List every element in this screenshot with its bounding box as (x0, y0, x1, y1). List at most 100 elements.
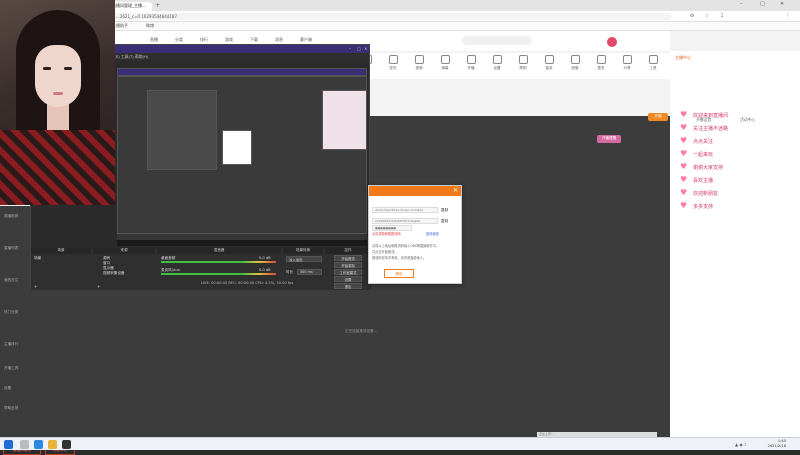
chat-message: 关注主播不迷路 (693, 126, 729, 132)
tool-icon (622, 55, 632, 64)
chat-message: 欢迎新朋友 (693, 191, 719, 197)
dialog-header (369, 186, 461, 196)
add-scene-icon[interactable]: + (34, 284, 37, 289)
audio-meter (161, 273, 276, 275)
maximize-icon[interactable]: □ (760, 1, 765, 7)
tool-label: 设置 (493, 66, 501, 70)
sidebar-item[interactable]: 热门分类 (4, 310, 18, 315)
tool-icon (492, 55, 502, 64)
settings-button[interactable]: 设置 (334, 276, 362, 282)
start-record-button[interactable]: 开始录制 (334, 262, 362, 268)
dialog-text: 并点击开始推流。 (372, 250, 398, 254)
star-icon[interactable]: ☆ (705, 13, 709, 19)
clock: 1:45 2021/2/16 (768, 439, 786, 449)
duration-input[interactable]: 300 ms (297, 269, 322, 275)
obs-icon[interactable] (62, 440, 71, 449)
transition-select[interactable]: 淡入淡出 (286, 256, 322, 262)
confirm-button[interactable]: 确定 (384, 269, 414, 278)
chat-message: 喜欢主播 (693, 178, 714, 184)
tool-button[interactable]: 超管 (564, 55, 586, 71)
tray-icons[interactable]: ▲ ◉ ♪ (735, 442, 747, 447)
heart-icon: ♥ (680, 201, 688, 210)
tool-button[interactable]: 发布 (382, 55, 404, 71)
exit-button[interactable]: 退出 (334, 283, 362, 289)
nav-link[interactable]: 排行 (200, 37, 208, 43)
sidebar-item[interactable]: 帮助反馈 (4, 406, 18, 411)
tool-button[interactable]: 抽奖 (538, 55, 560, 71)
duration-label: 时长 (286, 270, 294, 274)
sidebar-item[interactable]: 开播工具 (4, 366, 18, 371)
copy-key-button[interactable]: 复制 (441, 219, 448, 224)
tool-icon (388, 55, 398, 64)
tool-button[interactable]: 弹幕 (434, 55, 456, 71)
heart-icon: ♥ (680, 162, 688, 171)
heart-icon: ♥ (680, 175, 688, 184)
nav-link[interactable]: 分类 (175, 37, 183, 43)
close-icon[interactable]: ✕ (780, 1, 784, 7)
tool-label: 分享 (623, 66, 631, 70)
tool-button[interactable]: 更多 (590, 55, 612, 71)
chat-message: 一起来玩 (693, 152, 714, 158)
regenerate-link[interactable]: 点击重新获取推流码 (372, 231, 401, 236)
tool-button[interactable]: 分享 (616, 55, 638, 71)
menu-icon[interactable]: ⋮ (785, 13, 790, 19)
tool-button[interactable]: 帮助 (512, 55, 534, 71)
right-panel-button[interactable]: 活动中心 (740, 117, 755, 123)
obs-close-icon[interactable]: ✕ (364, 46, 367, 51)
download-icon[interactable]: ↧ (720, 13, 724, 19)
start-stream-button[interactable]: 开始推流 (334, 255, 362, 261)
server-url-field[interactable]: rtmp://sendtc3a.douyu.com/live (372, 207, 438, 213)
nav-link[interactable]: 客户端 (300, 37, 312, 43)
minimize-icon[interactable]: – (740, 1, 743, 7)
dialog-close-icon[interactable]: ✕ (453, 187, 458, 194)
dock-header: 控件 (325, 248, 371, 254)
edge-icon[interactable] (34, 440, 43, 449)
mixer-db: 0.0 dB (259, 256, 271, 260)
url-input[interactable]: ...2621_c=0 16293544644187 (112, 13, 672, 20)
nav-link[interactable]: 直播 (150, 37, 158, 43)
sidebar-item[interactable]: 我的关注 (4, 278, 18, 283)
search-input[interactable] (462, 36, 532, 45)
obs-maximize-icon[interactable]: □ (357, 46, 361, 51)
folder-icon[interactable] (48, 440, 57, 449)
search-icon[interactable] (20, 440, 29, 449)
reminder-button[interactable]: 开播提醒 (597, 135, 621, 143)
scene-item[interactable]: 场景 (34, 256, 41, 261)
avatar[interactable] (607, 37, 617, 47)
sidebar-item[interactable]: 频道推荐 (4, 214, 18, 219)
nav-link[interactable]: 游戏 (225, 37, 233, 43)
stream-key-field[interactable]: 10292652rDGx6SY5h1v9ae4h (372, 218, 438, 224)
webcam-eye (64, 67, 72, 70)
tool-icon (596, 55, 606, 64)
right-panel-title: 主播中心 (675, 55, 691, 60)
nested-dialog (222, 130, 252, 165)
sidebar-item[interactable]: 设置 (4, 386, 11, 391)
copy-url-button[interactable]: 复制 (441, 208, 448, 213)
tool-label: 开播 (467, 66, 475, 70)
nav-link[interactable]: 下载 (250, 37, 258, 43)
studio-mode-button[interactable]: 工作室模式 (334, 269, 362, 275)
tool-button[interactable]: 工具 (642, 55, 664, 71)
obs-minimize-icon[interactable]: – (349, 46, 351, 51)
preview-canvas (117, 68, 367, 240)
obs-preview[interactable] (117, 68, 367, 246)
stream-key-dialog: ✕ rtmp://sendtc3a.douyu.com/live 复制 1029… (368, 185, 462, 284)
tool-button[interactable]: 开播 (460, 55, 482, 71)
help-link[interactable]: 如何使用 (426, 231, 439, 236)
sidebar-item[interactable]: 主播排行 (4, 342, 18, 347)
tool-icon (648, 55, 658, 64)
sidebar-item[interactable]: 直播列表 (4, 246, 18, 251)
add-source-icon[interactable]: + (97, 284, 100, 289)
start-live-button[interactable]: 开播 (648, 113, 668, 121)
dock-header: 场景转换 (283, 248, 323, 254)
start-icon[interactable] (4, 440, 13, 449)
extensions-icon[interactable]: ⚙ (690, 13, 694, 19)
tool-icon (544, 55, 554, 64)
tool-button[interactable]: 视频 (408, 55, 430, 71)
source-item[interactable]: 视频采集设备 (103, 271, 125, 276)
tool-label: 视频 (415, 66, 423, 70)
new-tab-icon[interactable]: + (155, 2, 160, 9)
tool-button[interactable]: 设置 (486, 55, 508, 71)
bookmark-item[interactable]: 微博 (146, 23, 154, 29)
nav-link[interactable]: 消息 (275, 37, 283, 43)
